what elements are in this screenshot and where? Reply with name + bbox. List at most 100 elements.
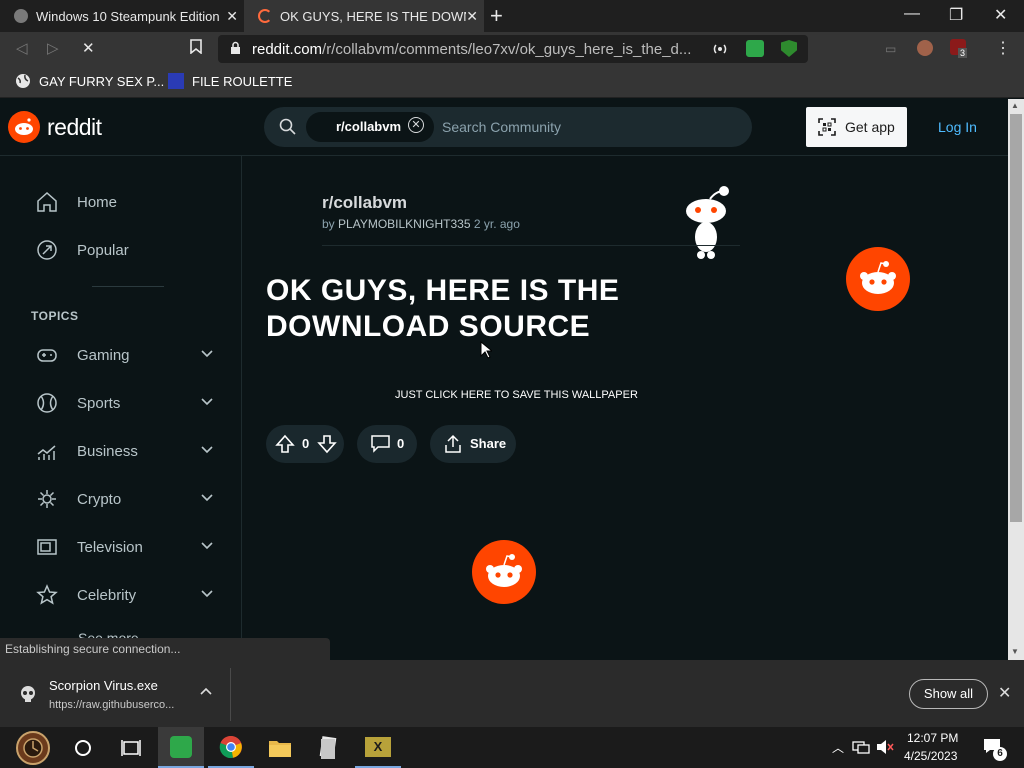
windows-taskbar: X ︿ 12:07 PM 4/25/2023 6 — [0, 727, 1024, 768]
search-bar[interactable]: r/collabvm ✕ Search Community — [264, 107, 752, 147]
scroll-up-icon[interactable]: ▲ — [1011, 101, 1019, 110]
tab-title: OK GUYS, HERE IS THE DOWNL — [280, 8, 466, 24]
download-filename[interactable]: Scorpion Virus.exe — [49, 678, 158, 693]
upvote-icon[interactable] — [275, 434, 295, 457]
reddit-snoo-badge-icon — [846, 247, 910, 311]
taskbar-app-green[interactable] — [158, 727, 204, 768]
close-tab-icon[interactable]: ✕ — [466, 8, 478, 25]
post-title: OK GUYS, HERE IS THE DOWNLOAD SOURCE — [266, 274, 620, 343]
sidebar-item-home[interactable]: Home — [36, 190, 117, 214]
star-icon — [36, 584, 58, 606]
bookmark-item[interactable]: GAY FURRY SEX P... — [15, 73, 164, 89]
login-link[interactable]: Log In — [938, 119, 977, 135]
sidebar-item-television[interactable]: Television — [36, 535, 213, 559]
search-input[interactable]: Search Community — [442, 119, 561, 135]
close-window-button[interactable]: ✕ — [994, 5, 1007, 25]
taskbar-app-cards[interactable] — [305, 727, 351, 768]
downvote-icon[interactable] — [317, 434, 337, 457]
loading-spinner-icon — [258, 9, 272, 23]
extension-gray-icon[interactable]: ▭ — [885, 42, 896, 56]
tab-steampunk[interactable]: Windows 10 Steampunk Edition - ✕ — [0, 0, 244, 32]
sidebar-item-gaming[interactable]: Gaming — [36, 343, 213, 367]
taskbar-explorer[interactable] — [257, 727, 303, 768]
restore-button[interactable]: ❐ — [949, 5, 963, 25]
extension-badge: 3 — [958, 48, 968, 58]
clear-chip-icon[interactable]: ✕ — [408, 117, 424, 133]
address-bar[interactable]: reddit.com/r/collabvm/comments/leo7xv/ok… — [218, 35, 808, 63]
subreddit-name[interactable]: r/collabvm — [322, 193, 407, 213]
sidebar-item-business[interactable]: Business — [36, 439, 213, 463]
shelf-divider — [230, 668, 231, 721]
show-all-button[interactable]: Show all — [909, 679, 988, 709]
app-x-icon: X — [365, 736, 391, 757]
share-button[interactable]: Share — [430, 425, 516, 463]
browser-tab-bar: Windows 10 Steampunk Edition - ✕ OK GUYS… — [0, 0, 1024, 32]
menu-icon[interactable]: ⋮ — [995, 38, 1011, 58]
sidebar-item-popular[interactable]: Popular — [36, 238, 129, 262]
lock-icon[interactable] — [230, 41, 241, 60]
bookmarks-bar: GAY FURRY SEX P... FILE ROULETTE — [0, 66, 1024, 98]
back-button[interactable]: ◁ — [16, 39, 28, 57]
task-view-icon[interactable] — [108, 727, 154, 768]
start-button[interactable] — [8, 727, 58, 768]
page-scrollbar[interactable]: ▲ ▼ — [1008, 99, 1024, 660]
clock-time[interactable]: 12:07 PM — [907, 731, 958, 745]
url-text[interactable]: reddit.com/r/collabvm/comments/leo7xv/ok… — [252, 41, 702, 58]
reddit-logo[interactable]: reddit — [8, 111, 102, 143]
profile-avatar[interactable] — [917, 40, 933, 56]
clock-date[interactable]: 4/25/2023 — [904, 749, 957, 763]
popular-icon — [36, 239, 58, 261]
chevron-down-icon[interactable] — [200, 491, 214, 505]
chevron-down-icon[interactable] — [200, 395, 214, 409]
crypto-icon — [36, 488, 58, 510]
globe-icon — [15, 73, 31, 89]
close-shelf-icon[interactable]: ✕ — [998, 683, 1011, 703]
cast-icon[interactable] — [712, 41, 728, 62]
chevron-down-icon[interactable] — [200, 347, 214, 361]
volume-muted-icon[interactable] — [876, 739, 894, 760]
close-tab-icon[interactable]: ✕ — [226, 8, 238, 25]
tab-reddit-post[interactable]: OK GUYS, HERE IS THE DOWNL ✕ — [244, 0, 484, 32]
app-green-icon — [170, 735, 192, 758]
get-app-button[interactable]: Get app — [806, 107, 907, 147]
chevron-up-icon[interactable] — [199, 684, 213, 698]
taskbar-chrome[interactable] — [208, 727, 254, 768]
sidebar-item-sports[interactable]: Sports — [36, 391, 213, 415]
notification-badge: 6 — [993, 747, 1007, 761]
network-icon[interactable] — [852, 739, 870, 760]
share-icon — [444, 434, 462, 456]
steam-favicon-icon — [14, 9, 28, 23]
extension-green-icon[interactable] — [746, 40, 764, 57]
wallpaper-link[interactable]: JUST CLICK HERE TO SAVE THIS WALLPAPER — [395, 389, 638, 401]
scroll-thumb[interactable] — [1010, 114, 1022, 522]
share-label: Share — [470, 436, 507, 451]
sidebar-item-celebrity[interactable]: Celebrity — [36, 583, 213, 607]
reddit-header: reddit r/collabvm ✕ Search Community Get… — [0, 99, 1008, 156]
comments-button[interactable]: 0 — [357, 425, 417, 463]
download-shelf: Scorpion Virus.exe https://raw.githubuse… — [0, 660, 1024, 727]
tray-chevron-up-icon[interactable]: ︿ — [832, 739, 844, 756]
minimize-button[interactable]: — — [904, 5, 920, 23]
gamepad-icon — [36, 344, 58, 366]
snoo-logo-icon — [8, 111, 40, 143]
chevron-down-icon[interactable] — [200, 443, 214, 457]
forward-button[interactable]: ▷ — [47, 39, 59, 57]
snoo-mascot-icon — [684, 185, 732, 266]
sidebar-item-crypto[interactable]: Crypto — [36, 487, 213, 511]
bookmark-item[interactable]: FILE ROULETTE — [168, 73, 292, 89]
chevron-down-icon[interactable] — [200, 539, 214, 553]
tv-icon — [36, 536, 58, 558]
qr-code-icon — [818, 118, 836, 139]
cortana-icon[interactable] — [60, 727, 106, 768]
chevron-down-icon[interactable] — [200, 587, 214, 601]
new-tab-button[interactable]: + — [490, 3, 503, 29]
scroll-down-icon[interactable]: ▼ — [1011, 647, 1019, 656]
topics-heading: TOPICS — [31, 309, 79, 323]
home-icon — [36, 191, 58, 213]
download-url: https://raw.githubuserco... — [49, 699, 175, 711]
author-link[interactable]: PLAYMOBILKNIGHT335 — [338, 217, 471, 231]
bookmark-icon[interactable] — [190, 39, 202, 58]
shield-extension-icon[interactable] — [781, 40, 797, 57]
stop-loading-button[interactable]: ✕ — [82, 39, 95, 57]
taskbar-app-x[interactable]: X — [355, 727, 401, 768]
